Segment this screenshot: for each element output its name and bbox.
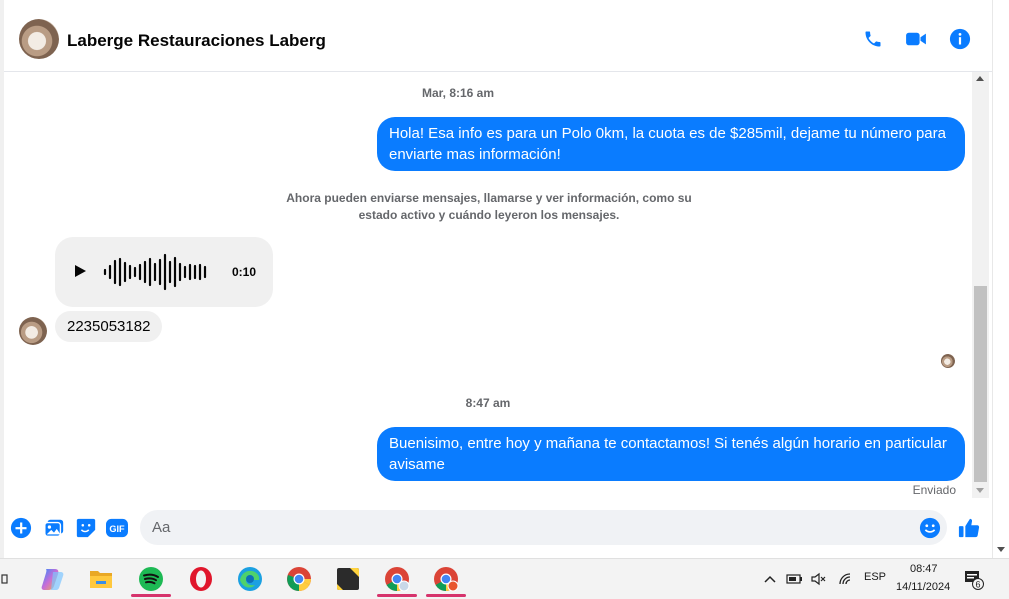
- svg-text:GIF: GIF: [109, 524, 125, 534]
- windows-taskbar: ESP 08:47 14/11/2024 6: [0, 558, 1009, 599]
- privacy-notice: Ahora pueden enviarse mensajes, llamarse…: [286, 191, 692, 222]
- plus-icon[interactable]: [10, 517, 32, 539]
- phone-icon[interactable]: [861, 27, 885, 51]
- chrome-profile-icon[interactable]: [377, 561, 417, 597]
- message-input[interactable]: [140, 510, 947, 545]
- info-icon[interactable]: [948, 27, 972, 51]
- messenger-window: Laberge Restauraciones Laberg Mar, 8:16 …: [0, 0, 1009, 558]
- like-icon[interactable]: [958, 517, 980, 539]
- notification-center-icon[interactable]: 6: [958, 561, 988, 597]
- outgoing-message-2[interactable]: Buenisimo, entre hoy y mañana te contact…: [377, 427, 965, 481]
- task-view-icon[interactable]: [0, 561, 14, 597]
- photo-icon[interactable]: [43, 517, 65, 539]
- contact-avatar-small[interactable]: [19, 317, 47, 345]
- video-camera-icon[interactable]: [904, 27, 928, 51]
- audio-duration: 0:10: [232, 265, 257, 279]
- file-explorer-icon[interactable]: [81, 561, 121, 597]
- clock-time[interactable]: 08:47: [910, 563, 938, 575]
- page-scrollbar[interactable]: [992, 0, 1009, 558]
- gif-icon[interactable]: GIF: [106, 517, 128, 539]
- edge-icon[interactable]: [230, 561, 270, 597]
- svg-text:6: 6: [975, 580, 980, 590]
- battery-icon[interactable]: [783, 561, 807, 597]
- active-indicator: [426, 594, 466, 597]
- conversation-header: Laberge Restauraciones Laberg: [4, 7, 992, 72]
- chevron-up-icon[interactable]: [758, 561, 782, 597]
- scroll-down-arrow-icon[interactable]: [976, 488, 984, 493]
- audio-message[interactable]: 0:10: [55, 237, 273, 307]
- spotify-icon[interactable]: [131, 561, 171, 597]
- timestamp-1: Mar, 8:16 am: [421, 86, 495, 100]
- active-indicator: [377, 594, 417, 597]
- message-status: Enviado: [912, 483, 956, 497]
- scroll-up-arrow-icon[interactable]: [976, 76, 984, 81]
- chrome-profile-2-icon[interactable]: [426, 561, 466, 597]
- emoji-icon[interactable]: [919, 517, 941, 539]
- volume-muted-icon[interactable]: [807, 561, 831, 597]
- copilot-icon[interactable]: [33, 561, 73, 597]
- sticker-icon[interactable]: [75, 517, 97, 539]
- contact-avatar[interactable]: [19, 19, 59, 59]
- sticky-notes-icon[interactable]: [328, 561, 368, 597]
- outgoing-message-1[interactable]: Hola! Esa info es para un Polo 0km, la c…: [377, 117, 965, 171]
- thread-scrollbar[interactable]: [972, 72, 989, 498]
- scroll-thumb[interactable]: [974, 286, 987, 482]
- chrome-icon[interactable]: [279, 561, 319, 597]
- timestamp-2: 8:47 am: [465, 396, 511, 410]
- opera-icon[interactable]: [181, 561, 221, 597]
- message-thread: Mar, 8:16 am Hola! Esa info es para un P…: [4, 72, 972, 498]
- page-scroll-down-icon[interactable]: [997, 547, 1005, 552]
- waveform-icon: [103, 253, 207, 291]
- incoming-message-1[interactable]: 2235053182: [55, 311, 163, 342]
- play-icon[interactable]: [75, 265, 86, 277]
- language-indicator[interactable]: ESP: [864, 571, 886, 583]
- wifi-icon[interactable]: [834, 561, 858, 597]
- clock-date[interactable]: 14/11/2024: [896, 581, 950, 593]
- conversation-title[interactable]: Laberge Restauraciones Laberg: [67, 31, 326, 51]
- message-composer: GIF: [4, 498, 992, 558]
- active-indicator: [131, 594, 171, 597]
- seen-avatar-icon: [941, 354, 955, 368]
